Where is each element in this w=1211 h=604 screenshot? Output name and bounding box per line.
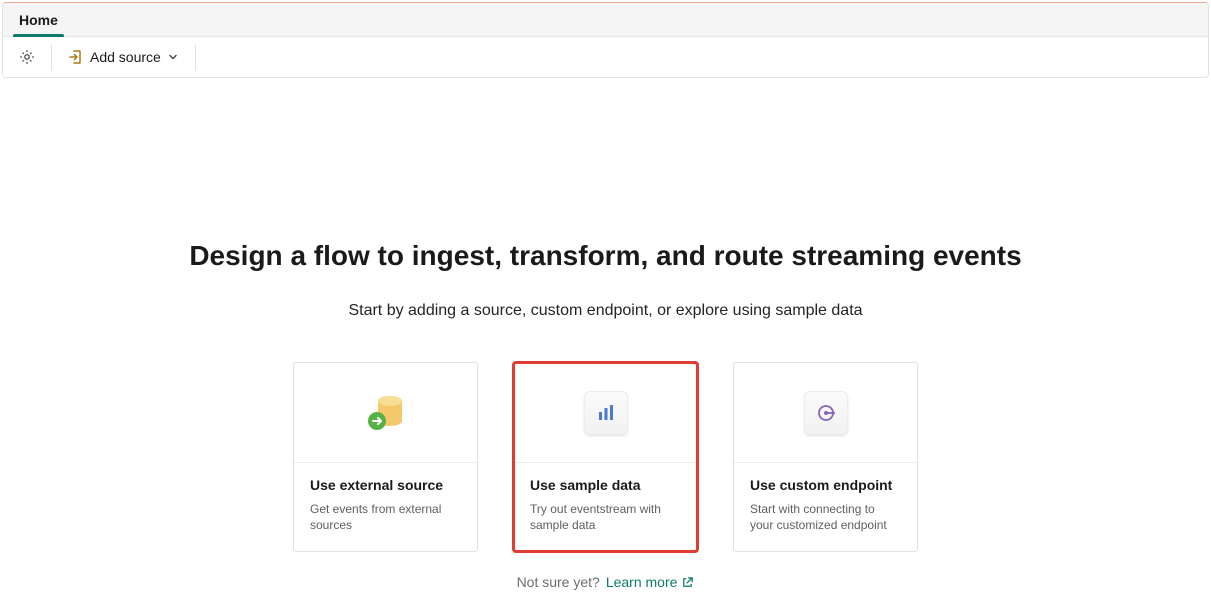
learn-more-link[interactable]: Learn more xyxy=(606,574,695,590)
card-use-sample-data[interactable]: Use sample data Try out eventstream with… xyxy=(513,362,698,552)
card-use-custom-endpoint[interactable]: Use custom endpoint Start with connectin… xyxy=(733,362,918,552)
add-source-button[interactable]: Add source xyxy=(60,41,187,73)
card-title: Use external source xyxy=(310,477,461,493)
card-body: Use custom endpoint Start with connectin… xyxy=(734,463,917,551)
tab-home[interactable]: Home xyxy=(13,3,64,37)
tab-home-label: Home xyxy=(19,12,58,28)
database-import-icon xyxy=(360,387,412,439)
not-sure-text: Not sure yet? xyxy=(517,574,600,590)
icon-tile xyxy=(584,391,628,435)
target-endpoint-icon xyxy=(815,402,837,424)
footer-help: Not sure yet? Learn more xyxy=(517,574,695,590)
card-use-external-source[interactable]: Use external source Get events from exte… xyxy=(293,362,478,552)
card-title: Use custom endpoint xyxy=(750,477,901,493)
card-desc: Get events from external sources xyxy=(310,501,461,533)
tabstrip: Home xyxy=(3,3,1208,37)
external-link-icon xyxy=(681,576,694,589)
card-body: Use sample data Try out eventstream with… xyxy=(514,463,697,551)
cards-row: Use external source Get events from exte… xyxy=(293,362,918,552)
icon-tile xyxy=(804,391,848,435)
learn-more-label: Learn more xyxy=(606,574,678,590)
add-source-label: Add source xyxy=(90,49,161,65)
gear-icon xyxy=(18,48,36,66)
toolbar-divider xyxy=(51,44,52,70)
chevron-down-icon xyxy=(167,51,179,63)
toolbar-divider-2 xyxy=(195,44,196,70)
page-headline: Design a flow to ingest, transform, and … xyxy=(189,240,1021,272)
settings-button[interactable] xyxy=(11,41,43,73)
card-body: Use external source Get events from exte… xyxy=(294,463,477,551)
page-subhead: Start by adding a source, custom endpoin… xyxy=(348,302,862,320)
bar-chart-icon xyxy=(595,402,617,424)
card-icon-zone xyxy=(514,363,697,463)
card-title: Use sample data xyxy=(530,477,681,493)
main-empty-state: Design a flow to ingest, transform, and … xyxy=(0,80,1211,590)
ribbon: Home Add source xyxy=(2,2,1209,78)
card-desc: Try out eventstream with sample data xyxy=(530,501,681,533)
card-desc: Start with connecting to your customized… xyxy=(750,501,901,533)
card-icon-zone xyxy=(734,363,917,463)
login-right-icon xyxy=(68,49,84,65)
toolbar: Add source xyxy=(3,37,1208,77)
card-icon-zone xyxy=(294,363,477,463)
